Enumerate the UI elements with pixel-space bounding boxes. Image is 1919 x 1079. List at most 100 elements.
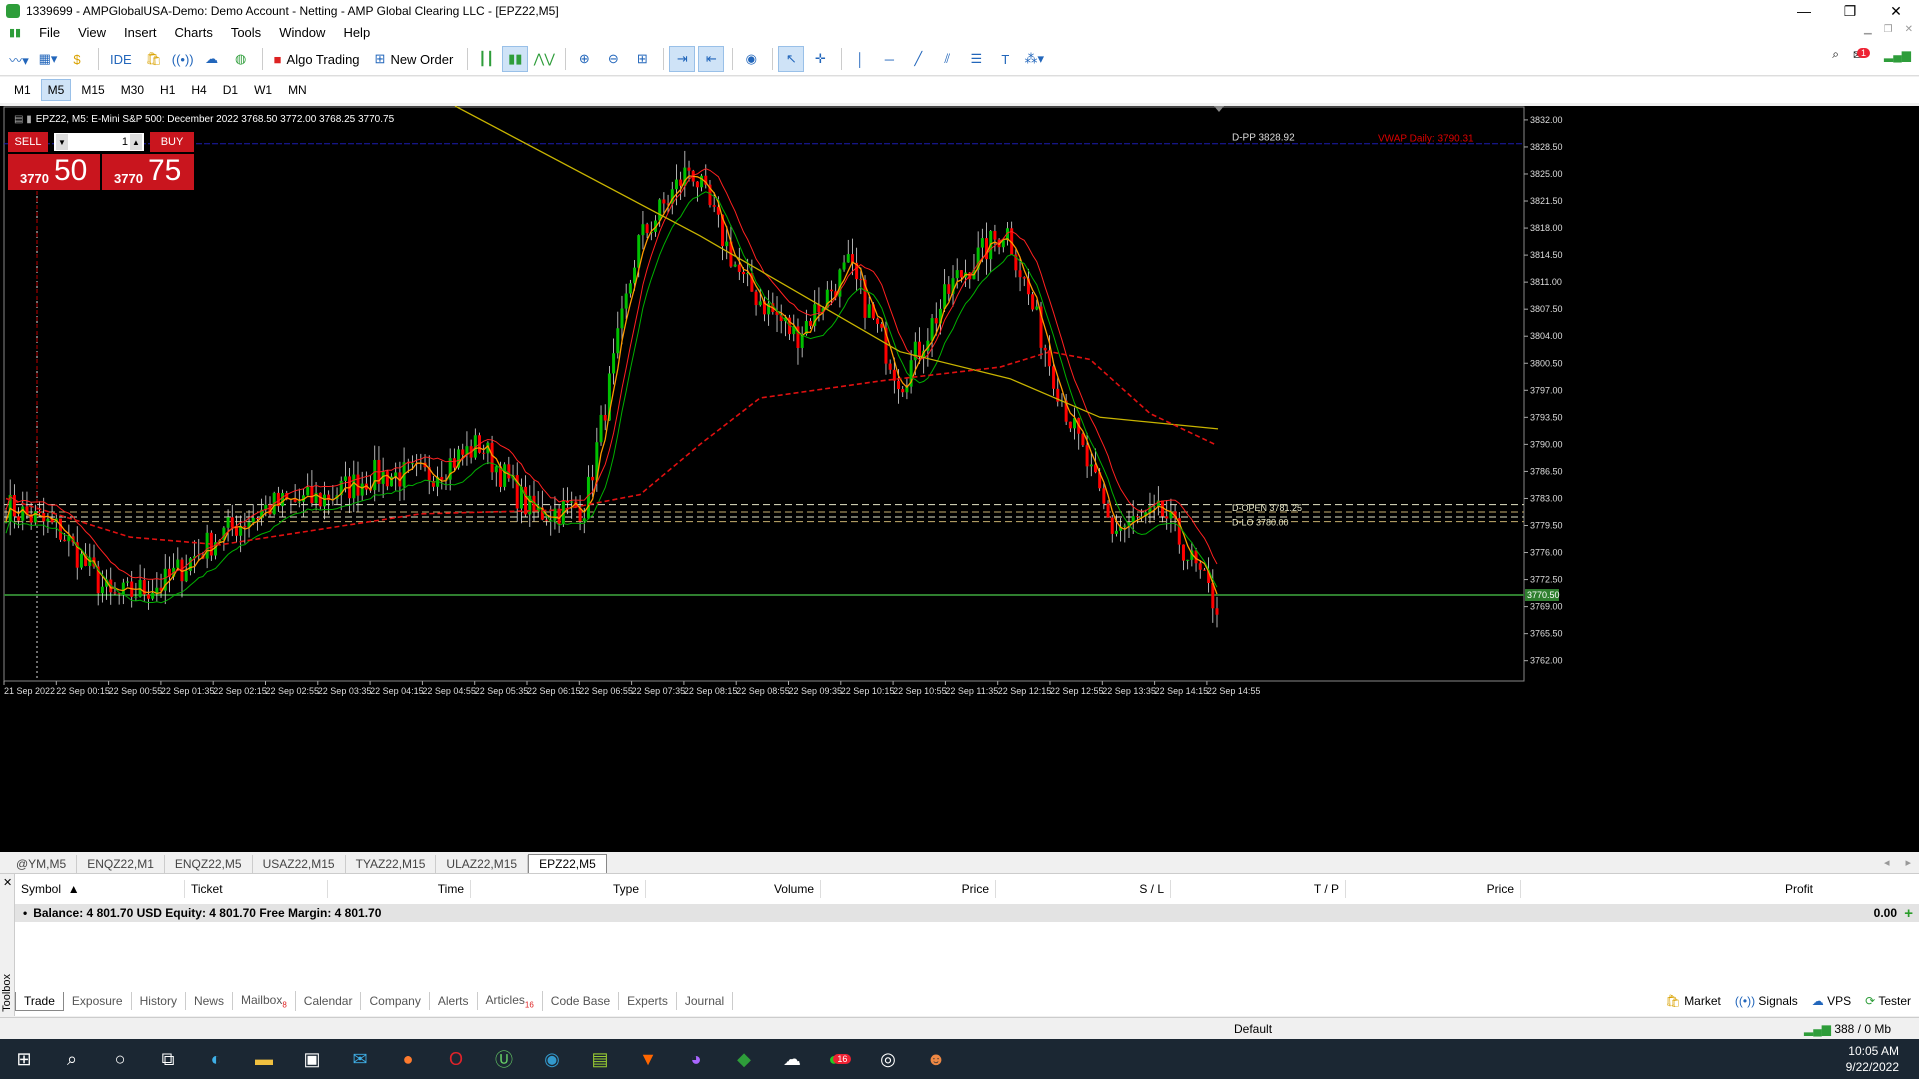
mdi-restore-icon[interactable]: ❐	[1884, 24, 1893, 35]
menu-insert[interactable]: Insert	[115, 25, 166, 40]
market-icon[interactable]: 🛍	[141, 46, 167, 72]
add-order-icon[interactable]: +	[1904, 905, 1913, 922]
windows-start-icon[interactable]: ⊞	[0, 1039, 48, 1079]
auto-scroll-icon[interactable]: ⇥	[669, 46, 696, 72]
col-type[interactable]: Type	[471, 880, 646, 898]
cortana-icon[interactable]: ○	[96, 1039, 144, 1079]
lot-decrease-icon[interactable]: ▼	[56, 134, 68, 150]
chart-tab-enqz22-m1[interactable]: ENQZ22,M1	[77, 855, 165, 873]
firefox-icon[interactable]: ●	[384, 1039, 432, 1079]
timeframe-m1[interactable]: M1	[8, 80, 37, 100]
sell-price-box[interactable]: 3770 50	[8, 154, 100, 190]
search-icon[interactable]: ⌕	[1832, 47, 1839, 62]
lot-increase-icon[interactable]: ▲	[130, 134, 142, 150]
app-fingerprint-icon[interactable]: ◉	[528, 1039, 576, 1079]
menu-view[interactable]: View	[69, 25, 115, 40]
status-profile[interactable]: Default	[1234, 1022, 1272, 1036]
tab-alerts[interactable]: Alerts	[430, 992, 478, 1010]
channel-icon[interactable]: ⫽	[934, 46, 960, 72]
tile-windows-icon[interactable]: ⊞	[629, 46, 655, 72]
task-view-icon[interactable]: ⧉	[144, 1039, 192, 1079]
tester-link[interactable]: ⟳ Tester	[1865, 994, 1911, 1008]
menu-window[interactable]: Window	[270, 25, 334, 40]
menu-app-icon[interactable]: ▮▮	[0, 26, 30, 39]
col-price[interactable]: Price	[821, 880, 996, 898]
chart-tab-enqz22-m5[interactable]: ENQZ22,M5	[165, 855, 253, 873]
col-tp[interactable]: T / P	[1171, 880, 1346, 898]
chart-window[interactable]: 3832.00 3828.50 3825.00 3821.50 3818.00 3814.…	[0, 106, 1919, 852]
chart-tab-ulaz22-m15[interactable]: ULAZ22,M15	[436, 855, 529, 873]
menu-help[interactable]: Help	[334, 25, 379, 40]
zoom-in-icon[interactable]: ⊕	[571, 46, 597, 72]
chart-tab-epz22-m5[interactable]: EPZ22,M5	[528, 854, 607, 873]
menu-tools[interactable]: Tools	[222, 25, 270, 40]
mdi-close-icon[interactable]: ✕	[1905, 24, 1913, 35]
horizontal-line-icon[interactable]: ─	[876, 46, 902, 72]
market-watch-icon[interactable]: $	[64, 46, 90, 72]
timeframe-h4[interactable]: H4	[185, 80, 212, 100]
app-monkey-icon[interactable]: ☻	[912, 1039, 960, 1079]
tab-news[interactable]: News	[186, 992, 233, 1010]
store-icon[interactable]: ▣	[288, 1039, 336, 1079]
brave-icon[interactable]: ▼	[624, 1039, 672, 1079]
trendline-icon[interactable]: ╱	[905, 46, 931, 72]
tabs-scroll-left-icon[interactable]: ◂	[1884, 856, 1890, 869]
tab-experts[interactable]: Experts	[619, 992, 677, 1010]
taskbar-search-icon[interactable]: ⌕	[48, 1039, 96, 1079]
edge-browser-icon[interactable]: ◐	[192, 1039, 240, 1079]
maximize-button[interactable]: ❐	[1827, 0, 1873, 22]
mdi-minimize-icon[interactable]: ▁	[1864, 24, 1872, 35]
app-chrome-icon[interactable]: ◕	[672, 1039, 720, 1079]
screenshot-camera-icon[interactable]: ◉	[738, 46, 764, 72]
balance-row[interactable]: • Balance: 4 801.70 USD Equity: 4 801.70…	[15, 904, 1919, 922]
mail-icon[interactable]: ✉	[336, 1039, 384, 1079]
market-link[interactable]: 🛍 Market	[1666, 994, 1721, 1008]
file-explorer-icon[interactable]: ▬	[240, 1039, 288, 1079]
tab-history[interactable]: History	[132, 992, 186, 1010]
timeframe-m15[interactable]: M15	[75, 80, 110, 100]
templates-icon[interactable]: ▦▾	[35, 46, 61, 72]
tab-exposure[interactable]: Exposure	[64, 992, 132, 1010]
bar-chart-icon[interactable]: ┃┃	[473, 46, 499, 72]
app-u-icon[interactable]: Ⓤ	[480, 1039, 528, 1079]
taskbar-clock[interactable]: 10:05 AM 9/22/2022	[1846, 1043, 1899, 1075]
crosshair-icon[interactable]: ✛	[807, 46, 833, 72]
app-chart-icon[interactable]: ▤	[576, 1039, 624, 1079]
timeframe-mn[interactable]: MN	[282, 80, 313, 100]
col-profit[interactable]: Profit	[1521, 880, 1819, 898]
fibonacci-icon[interactable]: ☰	[963, 46, 989, 72]
tab-journal[interactable]: Journal	[677, 992, 734, 1010]
whatsapp-icon[interactable]: ●16	[816, 1039, 864, 1079]
opera-icon[interactable]: O	[432, 1039, 480, 1079]
tab-calendar[interactable]: Calendar	[296, 992, 362, 1010]
vps-cloud-icon[interactable]: ☁	[199, 46, 225, 72]
connection-signal-icon[interactable]: ▂▄▆	[1884, 48, 1911, 62]
chart-type-icon[interactable]: 〰▾	[6, 46, 32, 72]
tab-mailbox[interactable]: Mailbox8	[233, 990, 296, 1012]
candlestick-chart-icon[interactable]: ▮▮	[502, 46, 529, 72]
line-chart-icon[interactable]: ⋀⋁	[531, 46, 557, 72]
ide-button[interactable]: IDE	[104, 46, 138, 72]
obs-icon[interactable]: ◎	[864, 1039, 912, 1079]
chart-tab-ym-m5[interactable]: @YM,M5	[6, 855, 78, 873]
tab-trade[interactable]: Trade	[15, 991, 64, 1011]
col-ticket[interactable]: Ticket	[185, 880, 328, 898]
timeframe-h1[interactable]: H1	[154, 80, 181, 100]
chart-tab-usaz22-m15[interactable]: USAZ22,M15	[253, 855, 346, 873]
col-volume[interactable]: Volume	[646, 880, 821, 898]
tab-code-base[interactable]: Code Base	[543, 992, 620, 1010]
globe-icon[interactable]: ◍	[228, 46, 254, 72]
app-cloud-icon[interactable]: ☁	[768, 1039, 816, 1079]
price-chart[interactable]: 3832.00 3828.50 3825.00 3821.50 3818.00 3814.…	[0, 106, 1919, 852]
sell-button[interactable]: SELL	[8, 132, 48, 152]
metatrader-taskbar-icon[interactable]: ◆	[720, 1039, 768, 1079]
cursor-icon[interactable]: ↖	[778, 46, 805, 72]
chart-tab-tyaz22-m15[interactable]: TYAZ22,M15	[346, 855, 437, 873]
col-time[interactable]: Time	[328, 880, 471, 898]
zoom-out-icon[interactable]: ⊖	[600, 46, 626, 72]
close-button[interactable]: ✕	[1873, 0, 1919, 22]
vertical-line-icon[interactable]: │	[847, 46, 873, 72]
chart-shift-icon[interactable]: ⇤	[698, 46, 725, 72]
vps-link[interactable]: ☁ VPS	[1812, 994, 1851, 1008]
minimize-button[interactable]: —	[1781, 0, 1827, 22]
